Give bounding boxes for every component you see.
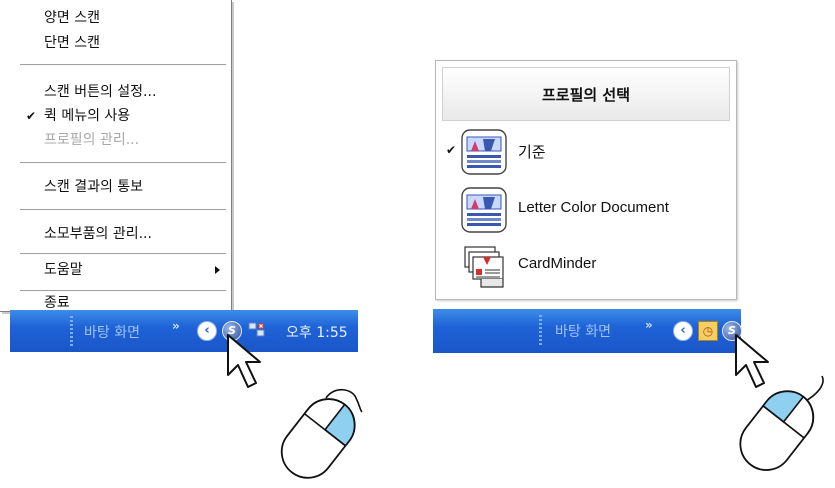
profile-label: 기준: [518, 143, 546, 161]
menu-item-scan-result-notification[interactable]: 스캔 결과의 통보: [0, 175, 230, 199]
toolbar-chevron-icon[interactable]: »: [172, 319, 180, 333]
clock-tray-icon[interactable]: ◷: [698, 321, 718, 341]
desktop-toolbar-label[interactable]: 바탕 화면: [555, 321, 611, 341]
desktop-toolbar-label[interactable]: 바탕 화면: [84, 322, 140, 342]
menu-item-label: 소모부품의 관리...: [44, 226, 152, 242]
menu-item-scan-button-settings[interactable]: 스캔 버튼의 설정...: [0, 80, 230, 104]
toolbar-chevron-icon[interactable]: »: [645, 318, 653, 332]
taskbar-left: 바탕 화면 » ‹ S 오후 1:55: [10, 310, 358, 352]
show-hidden-icons-button[interactable]: ‹: [673, 321, 693, 341]
menu-item-label: 단면 스캔: [44, 35, 100, 51]
menu-item-simplex-scan[interactable]: 단면 스캔: [0, 31, 230, 55]
scandall-organizer-icon: [461, 187, 507, 233]
menu-item-label: 도움말: [44, 262, 83, 278]
menu-separator: [20, 64, 226, 66]
menu-item-label: 스캔 결과의 통보: [44, 179, 144, 195]
profile-item-letter-color-document[interactable]: Letter Color Document: [436, 185, 736, 235]
profile-item-cardminder[interactable]: CardMinder: [436, 241, 736, 291]
submenu-arrow-icon: [215, 266, 220, 274]
menu-item-label: 프로필의 관리...: [44, 132, 140, 148]
menu-item-consumables-management[interactable]: 소모부품의 관리...: [0, 222, 230, 246]
scanner-context-menu: 양면 스캔 단면 스캔 스캔 버튼의 설정... ✔ 퀵 메뉴의 사용 프로필의…: [0, 0, 232, 312]
menu-separator: [20, 162, 226, 164]
arrow-cursor-icon: [227, 334, 261, 388]
show-hidden-icons-button[interactable]: ‹: [197, 321, 217, 341]
popup-header: 프로필의 선택: [442, 67, 730, 121]
menu-item-use-quick-menu[interactable]: ✔ 퀵 메뉴의 사용: [0, 104, 230, 128]
check-icon: ✔: [446, 143, 457, 157]
mouse-left-click-icon: [280, 388, 363, 479]
taskbar-grip[interactable]: [539, 315, 542, 345]
profile-label: Letter Color Document: [518, 199, 669, 216]
profile-selection-popup: 프로필의 선택 ✔ 기준 Letter Color Document CardM…: [435, 60, 737, 300]
menu-separator: [20, 209, 226, 211]
profile-label: CardMinder: [518, 255, 597, 272]
menu-separator: [20, 253, 226, 255]
taskbar-clock[interactable]: 오후 1:55: [286, 322, 348, 342]
menu-item-profile-management: 프로필의 관리...: [0, 128, 230, 152]
menu-separator: [20, 290, 226, 292]
menu-item-help[interactable]: 도움말: [0, 258, 230, 282]
profile-item-standard[interactable]: ✔ 기준: [436, 127, 736, 177]
menu-item-label: 양면 스캔: [44, 10, 100, 26]
popup-title: 프로필의 선택: [541, 86, 631, 104]
mouse-left-click-icon: [739, 375, 824, 471]
menu-item-label: 종료: [44, 295, 70, 311]
taskbar-grip[interactable]: [70, 316, 73, 346]
menu-item-exit[interactable]: 종료: [0, 296, 230, 310]
cardminder-icon: [464, 246, 504, 288]
scandall-organizer-icon: [461, 129, 507, 175]
menu-item-label: 퀵 메뉴의 사용: [44, 108, 131, 124]
menu-item-label: 스캔 버튼의 설정...: [44, 84, 157, 100]
check-icon: ✔: [26, 109, 37, 123]
taskbar-right: 바탕 화면 » ‹ ◷ S: [433, 309, 742, 353]
menu-item-duplex-scan[interactable]: 양면 스캔: [0, 6, 230, 30]
